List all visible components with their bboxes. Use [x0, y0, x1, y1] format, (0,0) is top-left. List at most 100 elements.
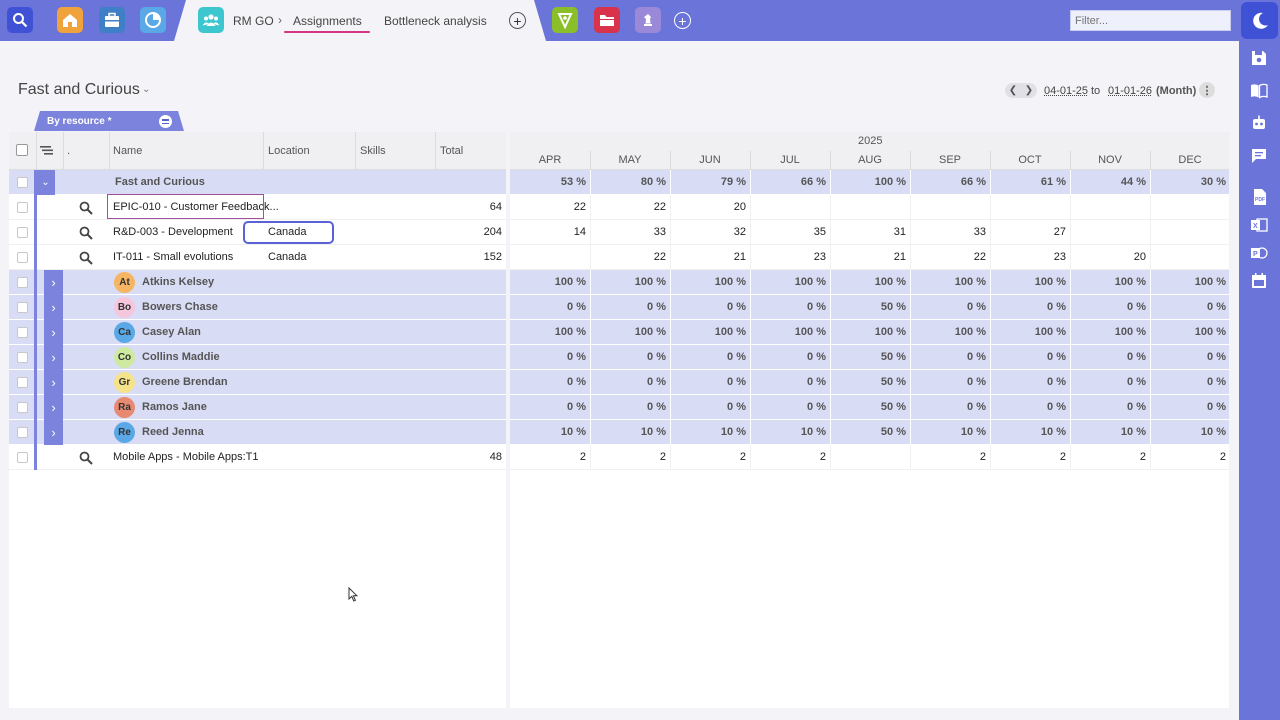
month-value-cell[interactable]: 0 % [510, 345, 586, 370]
focused-location-cell[interactable] [243, 221, 334, 244]
equals-icon[interactable] [159, 115, 172, 128]
month-value-cell[interactable]: 100 % [590, 270, 666, 295]
task-row[interactable]: IT-011 - Small evolutions Canada 152 [9, 245, 506, 270]
more-options-icon[interactable]: ⋮ [1199, 82, 1215, 98]
search-button[interactable] [7, 7, 33, 33]
month-value-cell[interactable]: 0 % [510, 295, 586, 320]
row-checkbox[interactable] [17, 352, 28, 363]
month-value-cell[interactable]: 44 % [1070, 170, 1146, 195]
month-value-cell[interactable] [1150, 220, 1226, 245]
column-header-location[interactable]: Location [268, 145, 310, 157]
month-value-cell[interactable]: 0 % [910, 395, 986, 420]
month-value-cell[interactable]: 100 % [670, 320, 746, 345]
month-value-cell[interactable]: 0 % [990, 295, 1066, 320]
period-selector[interactable]: (Month) [1156, 85, 1196, 97]
tree-view-icon[interactable] [40, 145, 53, 156]
month-value-cell[interactable] [830, 195, 906, 220]
chevron-right-icon[interactable]: › [44, 295, 63, 320]
chevron-right-icon[interactable]: › [44, 370, 63, 395]
month-value-cell[interactable]: 10 % [510, 420, 586, 445]
pdf-export-button[interactable]: PDF [1249, 187, 1269, 207]
view-title[interactable]: Fast and Curious [18, 81, 140, 99]
month-value-cell[interactable]: 0 % [910, 370, 986, 395]
filter-input[interactable] [1070, 10, 1231, 31]
chat-button[interactable] [1249, 146, 1269, 166]
month-value-cell[interactable]: 50 % [830, 370, 906, 395]
task-name[interactable]: R&D-003 - Development [113, 220, 233, 245]
month-value-cell[interactable]: 100 % [670, 270, 746, 295]
month-value-cell[interactable] [1070, 220, 1146, 245]
month-value-cell[interactable]: 100 % [830, 170, 906, 195]
home-button[interactable] [57, 7, 83, 33]
month-value-cell[interactable] [1150, 195, 1226, 220]
resource-row[interactable]: › Gr Greene Brendan [9, 370, 506, 395]
month-value-cell[interactable]: 0 % [590, 395, 666, 420]
row-checkbox[interactable] [17, 177, 28, 188]
date-to[interactable]: 01-01-26 [1108, 85, 1152, 97]
month-value-cell[interactable]: 0 % [1070, 345, 1146, 370]
month-value-cell[interactable]: 100 % [750, 270, 826, 295]
row-checkbox[interactable] [17, 227, 28, 238]
chess-button[interactable] [635, 7, 661, 33]
month-value-cell[interactable] [1070, 195, 1146, 220]
month-value-cell[interactable]: 30 % [1150, 170, 1226, 195]
chevron-right-icon[interactable]: ❯ [1025, 85, 1033, 96]
month-value-cell[interactable]: 10 % [1070, 420, 1146, 445]
resource-row[interactable]: › At Atkins Kelsey [9, 270, 506, 295]
month-value-cell[interactable]: 0 % [750, 345, 826, 370]
month-value-cell[interactable]: 50 % [830, 420, 906, 445]
month-value-cell[interactable]: 2 [1070, 445, 1146, 470]
month-value-cell[interactable]: 0 % [1150, 345, 1226, 370]
resource-name[interactable]: Bowers Chase [142, 295, 218, 320]
chevron-right-icon[interactable]: › [44, 395, 63, 420]
column-header-total[interactable]: Total [440, 145, 463, 157]
month-value-cell[interactable]: 32 [670, 220, 746, 245]
resource-row[interactable]: › Co Collins Maddie [9, 345, 506, 370]
month-value-cell[interactable]: 100 % [910, 320, 986, 345]
month-value-cell[interactable]: 2 [590, 445, 666, 470]
chevron-right-icon[interactable]: › [44, 420, 63, 445]
column-header-skills[interactable]: Skills [360, 145, 386, 157]
month-value-cell[interactable] [990, 195, 1066, 220]
add-app-button[interactable]: + [674, 12, 691, 29]
month-value-cell[interactable]: 100 % [830, 320, 906, 345]
month-value-cell[interactable] [750, 195, 826, 220]
row-checkbox[interactable] [17, 402, 28, 413]
month-value-cell[interactable]: 100 % [510, 270, 586, 295]
save-button[interactable] [1249, 48, 1269, 68]
month-value-cell[interactable]: 53 % [510, 170, 586, 195]
book-button[interactable] [1249, 81, 1269, 101]
month-value-cell[interactable]: 0 % [1070, 370, 1146, 395]
month-value-cell[interactable]: 0 % [510, 370, 586, 395]
resource-row[interactable]: › Re Reed Jenna [9, 420, 506, 445]
month-value-cell[interactable]: 23 [990, 245, 1066, 270]
task-name[interactable]: IT-011 - Small evolutions [113, 245, 233, 270]
month-value-cell[interactable]: 66 % [750, 170, 826, 195]
row-checkbox[interactable] [17, 202, 28, 213]
month-value-cell[interactable]: 0 % [590, 345, 666, 370]
month-value-cell[interactable]: 0 % [590, 295, 666, 320]
row-checkbox[interactable] [17, 377, 28, 388]
chevron-right-icon[interactable]: › [44, 270, 63, 295]
month-value-cell[interactable]: 22 [590, 245, 666, 270]
month-value-cell[interactable]: 20 [670, 195, 746, 220]
month-value-cell[interactable]: 27 [990, 220, 1066, 245]
date-from[interactable]: 04-01-25 [1044, 85, 1088, 97]
chevron-down-icon[interactable]: ⌄ [36, 170, 55, 195]
row-checkbox[interactable] [17, 277, 28, 288]
month-value-cell[interactable]: 100 % [990, 270, 1066, 295]
month-value-cell[interactable]: 10 % [910, 420, 986, 445]
briefcase-button[interactable] [99, 7, 125, 33]
select-all-checkbox[interactable] [16, 144, 28, 156]
resource-row[interactable]: › Ra Ramos Jane [9, 395, 506, 420]
team-button[interactable] [198, 7, 224, 33]
chevron-right-icon[interactable]: › [44, 345, 63, 370]
month-value-cell[interactable]: 22 [510, 195, 586, 220]
month-value-cell[interactable]: 33 [910, 220, 986, 245]
month-value-cell[interactable]: 10 % [590, 420, 666, 445]
month-value-cell[interactable]: 0 % [1070, 395, 1146, 420]
calendar-button[interactable] [1249, 271, 1269, 291]
month-value-cell[interactable]: 21 [670, 245, 746, 270]
month-value-cell[interactable]: 0 % [510, 395, 586, 420]
month-value-cell[interactable]: 0 % [1070, 295, 1146, 320]
